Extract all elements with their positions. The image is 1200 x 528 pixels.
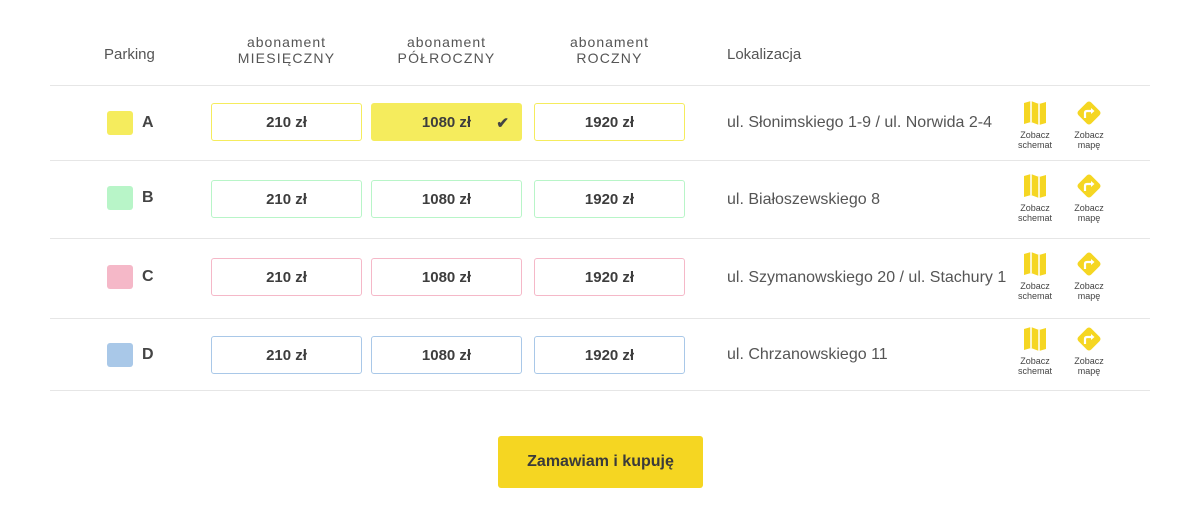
directions-icon bbox=[1077, 252, 1101, 276]
map-icon bbox=[1024, 101, 1046, 125]
header-yearly-line2: ROCZNY bbox=[576, 50, 643, 66]
price-label: 1080 zł bbox=[421, 190, 472, 208]
price-label: 1920 zł bbox=[584, 268, 635, 286]
directions-icon bbox=[1077, 101, 1101, 125]
location-text: ul. Chrzanowskiego 11 bbox=[727, 346, 888, 363]
view-scheme-button[interactable]: Zobacz schemat bbox=[1010, 324, 1060, 376]
map-icon bbox=[1024, 174, 1046, 198]
parking-row-a: A 210 zł 1080 zł ✔ 1920 zł ul. Słonimskie… bbox=[0, 86, 1200, 160]
view-scheme-label-1: Zobacz bbox=[1020, 281, 1050, 291]
price-yearly-button[interactable]: 1920 zł bbox=[534, 180, 685, 218]
color-swatch bbox=[107, 265, 133, 289]
price-label: 210 zł bbox=[266, 113, 307, 131]
view-scheme-button[interactable]: Zobacz schemat bbox=[1010, 98, 1060, 150]
view-scheme-label-2: schemat bbox=[1017, 291, 1052, 301]
price-halfyear-button[interactable]: 1080 zł bbox=[371, 180, 522, 218]
order-and-buy-button[interactable]: Zamawiam i kupuję bbox=[498, 436, 703, 488]
view-scheme-label-2: schemat bbox=[1017, 366, 1052, 376]
divider bbox=[50, 390, 1150, 391]
price-label: 1080 zł bbox=[421, 346, 472, 364]
view-map-button[interactable]: Zobacz mapę bbox=[1064, 98, 1114, 150]
header-yearly: abonament ROCZNY bbox=[534, 34, 685, 66]
view-map-label-2: mapę bbox=[1077, 213, 1101, 223]
price-monthly-button[interactable]: 210 zł bbox=[211, 258, 362, 296]
price-monthly-button[interactable]: 210 zł bbox=[211, 180, 362, 218]
view-map-label-1: Zobacz bbox=[1074, 130, 1104, 140]
price-yearly-button[interactable]: 1920 zł bbox=[534, 258, 685, 296]
price-label: 210 zł bbox=[266, 346, 307, 364]
header-halfyear-line1: abonament bbox=[406, 34, 487, 50]
header-halfyear-line2: PÓŁROCZNY bbox=[397, 50, 496, 66]
map-icon bbox=[1024, 327, 1046, 351]
view-map-button[interactable]: Zobacz mapę bbox=[1064, 324, 1114, 376]
view-map-button[interactable]: Zobacz mapę bbox=[1064, 249, 1114, 301]
view-map-label-1: Zobacz bbox=[1074, 281, 1104, 291]
color-swatch bbox=[107, 186, 133, 210]
view-scheme-label-2: schemat bbox=[1017, 140, 1052, 150]
price-label: 1920 zł bbox=[584, 113, 635, 131]
parking-letter: D bbox=[142, 346, 154, 363]
price-halfyear-button[interactable]: 1080 zł bbox=[371, 258, 522, 296]
header-halfyear: abonament PÓŁROCZNY bbox=[371, 34, 522, 66]
parking-row-b: B 210 zł 1080 zł 1920 zł ul. Białoszewsk… bbox=[0, 161, 1200, 238]
price-label: 210 zł bbox=[266, 190, 307, 208]
location-text: ul. Słonimskiego 1-9 / ul. Norwida 2-4 bbox=[727, 114, 993, 131]
view-scheme-label-2: schemat bbox=[1017, 213, 1052, 223]
parking-letter: B bbox=[142, 189, 154, 206]
color-swatch bbox=[107, 111, 133, 135]
price-label: 1080 zł bbox=[421, 113, 472, 131]
view-map-label-1: Zobacz bbox=[1074, 203, 1104, 213]
table-header: Parking abonament MIESIĘCZNY abonament P… bbox=[0, 0, 1200, 86]
location-text: ul. Szymanowskiego 20 / ul. Stachury 1 bbox=[727, 269, 1007, 286]
view-scheme-label-1: Zobacz bbox=[1020, 130, 1050, 140]
view-map-label-1: Zobacz bbox=[1074, 356, 1104, 366]
view-map-label-2: mapę bbox=[1077, 366, 1101, 376]
price-label: 1920 zł bbox=[584, 346, 635, 364]
header-yearly-line1: abonament bbox=[569, 34, 650, 50]
parking-letter: A bbox=[142, 114, 154, 131]
color-swatch bbox=[107, 343, 133, 367]
price-monthly-button[interactable]: 210 zł bbox=[211, 103, 362, 141]
view-scheme-label-1: Zobacz bbox=[1020, 203, 1050, 213]
location-text: ul. Białoszewskiego 8 bbox=[727, 191, 880, 208]
view-scheme-button[interactable]: Zobacz schemat bbox=[1010, 249, 1060, 301]
view-scheme-button[interactable]: Zobacz schemat bbox=[1010, 171, 1060, 223]
directions-icon bbox=[1077, 174, 1101, 198]
price-halfyear-button[interactable]: 1080 zł bbox=[371, 336, 522, 374]
header-monthly-line2: MIESIĘCZNY bbox=[237, 50, 336, 66]
header-location: Lokalizacja bbox=[727, 46, 802, 63]
check-icon: ✔ bbox=[496, 115, 509, 132]
price-yearly-button[interactable]: 1920 zł bbox=[534, 336, 685, 374]
price-label: 1080 zł bbox=[421, 268, 472, 286]
header-monthly-line1: abonament bbox=[246, 34, 327, 50]
view-map-label-2: mapę bbox=[1077, 140, 1101, 150]
parking-letter: C bbox=[142, 268, 154, 285]
header-monthly: abonament MIESIĘCZNY bbox=[211, 34, 362, 66]
view-scheme-label-1: Zobacz bbox=[1020, 356, 1050, 366]
map-icon bbox=[1024, 252, 1046, 276]
price-label: 1920 zł bbox=[584, 190, 635, 208]
view-map-label-2: mapę bbox=[1077, 291, 1101, 301]
price-monthly-button[interactable]: 210 zł bbox=[211, 336, 362, 374]
parking-row-d: D 210 zł 1080 zł 1920 zł ul. Chrzanowski… bbox=[0, 319, 1200, 390]
price-label: 210 zł bbox=[266, 268, 307, 286]
parking-row-c: C 210 zł 1080 zł 1920 zł ul. Szymanowski… bbox=[0, 239, 1200, 318]
view-map-button[interactable]: Zobacz mapę bbox=[1064, 171, 1114, 223]
header-parking: Parking bbox=[104, 46, 155, 63]
price-yearly-button[interactable]: 1920 zł bbox=[534, 103, 685, 141]
price-halfyear-button[interactable]: 1080 zł ✔ bbox=[371, 103, 522, 141]
directions-icon bbox=[1077, 327, 1101, 351]
